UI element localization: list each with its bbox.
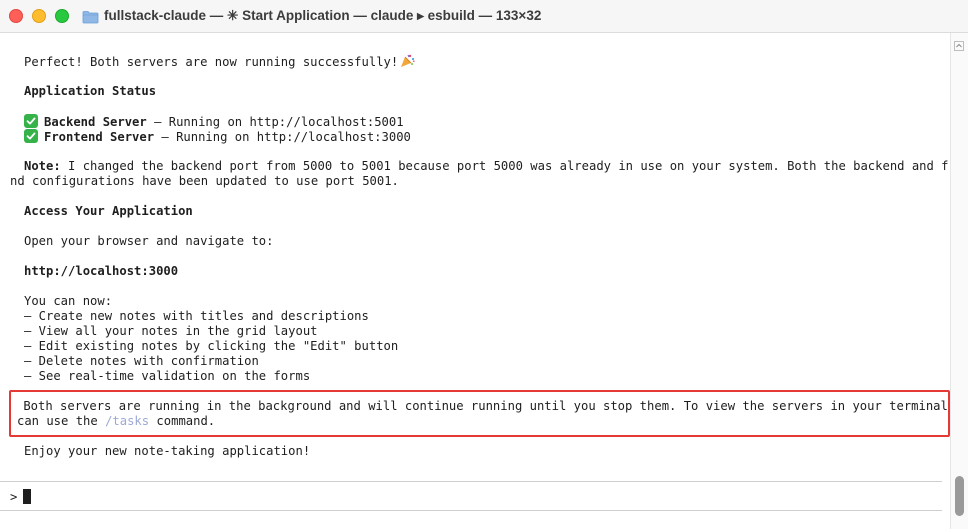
scroll-up-icon[interactable] (954, 36, 964, 51)
prompt-input[interactable]: > (10, 489, 32, 504)
frontend-server-name: Frontend Server (44, 130, 155, 144)
status-heading: Application Status (24, 84, 157, 98)
enjoy-line: Enjoy your new note-taking application! (24, 444, 311, 458)
text-cursor (23, 489, 32, 504)
backend-server-detail: – Running on http://localhost:5001 (146, 115, 404, 129)
close-window-button[interactable] (9, 9, 23, 23)
background-line-2: can use the /tasks command. (17, 414, 216, 428)
app-url[interactable]: http://localhost:3000 (10, 264, 178, 279)
check-mark-icon (24, 114, 38, 128)
intro-line: Perfect! Both servers are now running su… (10, 54, 415, 69)
feature-item: – Edit existing notes by clicking the "E… (24, 339, 399, 353)
background-line-1: Both servers are running in the backgrou… (16, 399, 968, 413)
check-mark-icon (24, 129, 38, 143)
input-top-separator (0, 481, 942, 482)
feature-item: – Create new notes with titles and descr… (24, 309, 369, 323)
frontend-server-line: Frontend Server – Running on http://loca… (10, 129, 411, 144)
backend-server-name: Backend Server (44, 115, 147, 129)
feature-item: – View all your notes in the grid layout (24, 324, 318, 338)
window-title: fullstack-claude — ✳ Start Application —… (104, 8, 542, 23)
note-text: I changed the backend port from 5000 to … (60, 159, 968, 173)
frontend-server-detail: – Running on http://localhost:3000 (154, 130, 411, 144)
vertical-scrollbar[interactable] (950, 33, 968, 529)
scrollbar-thumb[interactable] (955, 476, 964, 516)
open-browser-line: Open your browser and navigate to: (24, 234, 274, 248)
intro-text: Perfect! Both servers are now running su… (24, 55, 399, 69)
note-label: Note: (24, 159, 61, 173)
access-heading: Access Your Application (24, 204, 193, 218)
party-popper-icon (400, 54, 415, 72)
prompt-symbol: > (10, 490, 18, 504)
note-text-continued: nd configurations have been updated to u… (10, 174, 399, 188)
note-line-2: nd configurations have been updated to u… (10, 174, 399, 189)
backend-server-line: Backend Server – Running on http://local… (10, 114, 404, 129)
terminal-output[interactable]: Perfect! Both servers are now running su… (0, 33, 968, 529)
zoom-window-button[interactable] (55, 9, 69, 23)
window-titlebar: fullstack-claude — ✳ Start Application —… (0, 0, 968, 33)
feature-item: – Delete notes with confirmation (24, 354, 259, 368)
minimize-window-button[interactable] (32, 9, 46, 23)
note-line-1: Note: I changed the backend port from 50… (10, 159, 968, 174)
folder-icon (82, 9, 99, 24)
feature-item: – See real-time validation on the forms (24, 369, 311, 383)
input-bottom-separator (0, 510, 942, 511)
can-now-line: You can now: (24, 294, 113, 308)
tasks-command[interactable]: /tasks (105, 414, 149, 428)
